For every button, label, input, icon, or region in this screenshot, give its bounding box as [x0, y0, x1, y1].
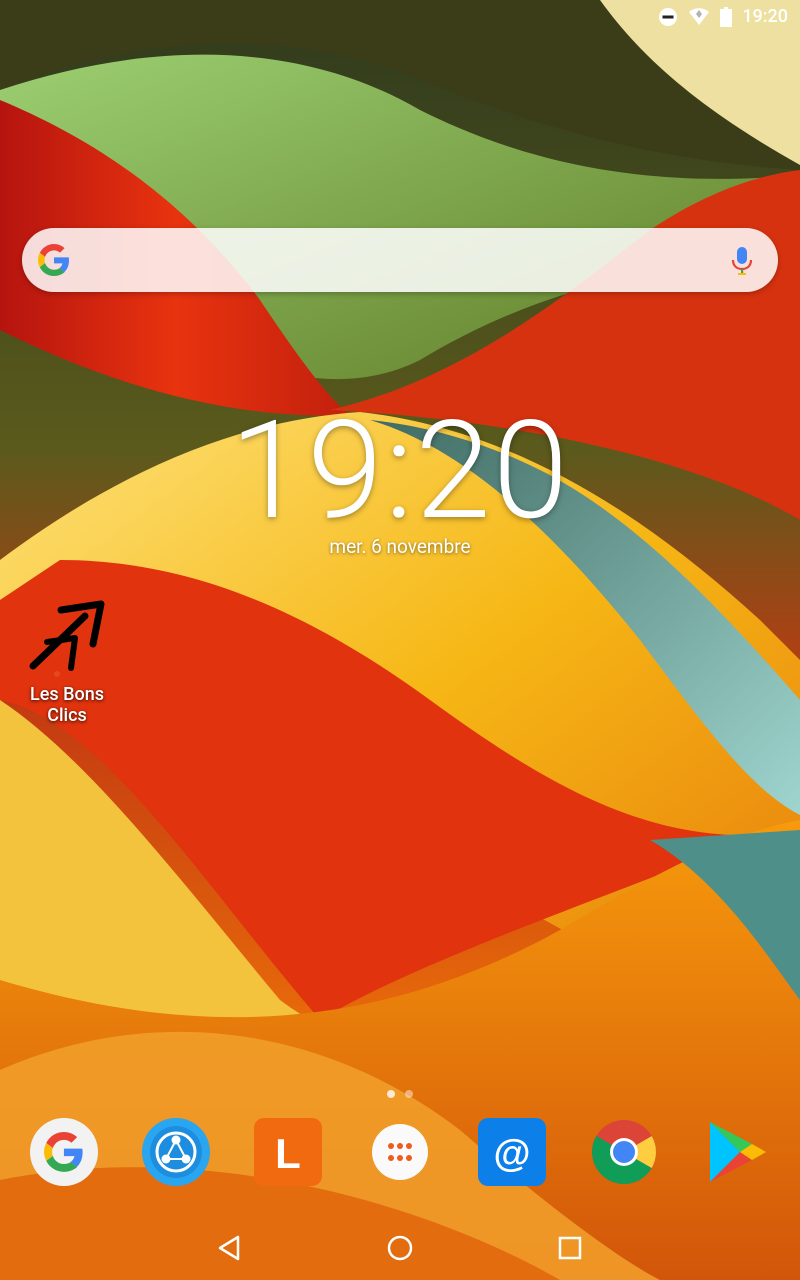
microphone-icon[interactable] — [730, 246, 754, 276]
google-search-bar[interactable] — [22, 228, 778, 292]
google-app-icon[interactable] — [28, 1116, 100, 1188]
shortcut-les-bons-clics[interactable]: Les Bons Clics — [8, 598, 126, 726]
status-time: 19:20 — [742, 6, 788, 27]
clock-widget-time[interactable]: 19:20 — [0, 392, 800, 551]
app-drawer-icon[interactable] — [364, 1116, 436, 1188]
status-bar: 19:20 — [0, 0, 800, 32]
launcher-l-icon[interactable]: L — [252, 1116, 324, 1188]
google-g-icon — [38, 244, 69, 276]
home-icon[interactable] — [384, 1232, 416, 1264]
recents-icon[interactable] — [554, 1232, 586, 1264]
battery-icon — [720, 6, 733, 27]
email-icon[interactable]: @ — [476, 1116, 548, 1188]
back-icon[interactable] — [214, 1232, 246, 1264]
do-not-disturb-icon — [659, 7, 678, 26]
dock: L @ — [0, 1116, 800, 1188]
chrome-icon[interactable] — [588, 1116, 660, 1188]
page-dot-active — [387, 1090, 395, 1098]
page-indicator — [0, 1090, 800, 1098]
email-at-symbol: @ — [493, 1133, 530, 1175]
clock-widget-date[interactable]: mer. 6 novembre — [0, 535, 800, 558]
wifi-icon — [689, 7, 710, 25]
shareit-icon[interactable] — [140, 1116, 212, 1188]
arrow-cursor-icon — [29, 600, 105, 677]
shortcut-label: Les Bons Clics — [30, 684, 104, 726]
navigation-bar — [0, 1216, 800, 1280]
page-dot — [405, 1090, 413, 1098]
play-store-icon[interactable] — [700, 1116, 772, 1188]
launcher-letter: L — [275, 1130, 301, 1177]
